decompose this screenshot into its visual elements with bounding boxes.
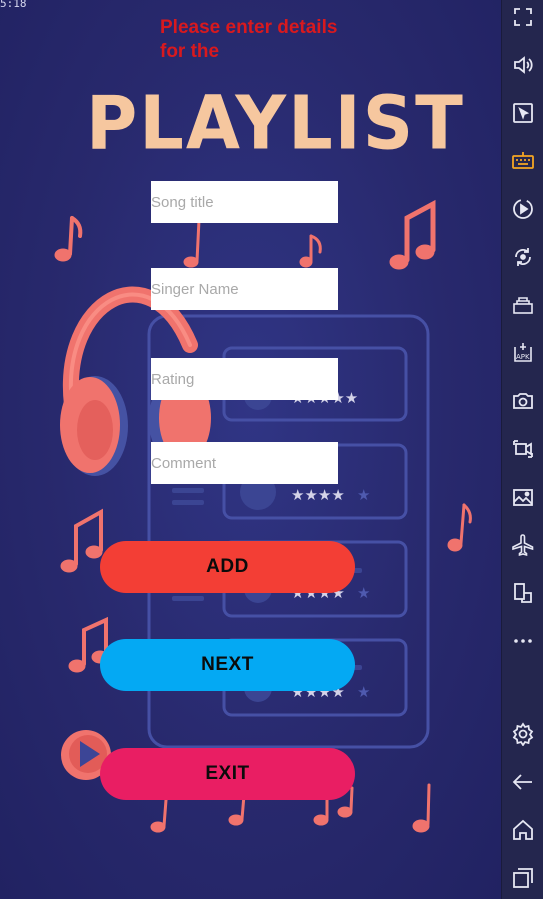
next-button[interactable]: NEXT — [100, 639, 355, 691]
recents-icon[interactable] — [511, 866, 535, 890]
build-icon[interactable] — [511, 293, 535, 317]
back-icon[interactable] — [511, 770, 535, 794]
apk-icon[interactable]: APK — [511, 341, 535, 365]
home-icon[interactable] — [511, 818, 535, 842]
video-icon[interactable] — [511, 437, 535, 461]
rotate-icon[interactable] — [511, 245, 535, 269]
page-title: PLAYLIST — [86, 79, 465, 167]
exit-button[interactable]: EXIT — [100, 748, 355, 800]
emulator-sidebar: APK — [501, 0, 543, 899]
fullscreen-icon[interactable] — [511, 5, 535, 29]
gallery-icon[interactable] — [511, 485, 535, 509]
screenshot-icon[interactable] — [511, 389, 535, 413]
record-icon[interactable] — [511, 197, 535, 221]
keyboard-icon[interactable] — [511, 149, 535, 173]
comment-input[interactable] — [151, 442, 338, 484]
more-icon[interactable] — [511, 629, 535, 653]
svg-text:★★★★: ★★★★ — [291, 486, 345, 504]
multi-screen-icon[interactable] — [511, 581, 535, 605]
svg-text:★: ★ — [357, 683, 370, 701]
app-screen: 5:18 ★★★★★ ★★★★★ ★★★★★ ★★★★★ — [0, 0, 501, 899]
volume-icon[interactable] — [511, 53, 535, 77]
settings-icon[interactable] — [511, 722, 535, 746]
svg-text:APK: APK — [516, 353, 530, 361]
singer-name-input[interactable] — [151, 268, 338, 310]
prompt-text: Please enter details for the — [160, 17, 338, 62]
svg-text:★: ★ — [357, 584, 370, 602]
song-title-input[interactable] — [151, 181, 338, 223]
svg-text:★: ★ — [357, 486, 370, 504]
pointer-icon[interactable] — [511, 101, 535, 125]
airplane-icon[interactable] — [511, 533, 535, 557]
add-button[interactable]: ADD — [100, 541, 355, 593]
rating-input[interactable] — [151, 358, 338, 400]
